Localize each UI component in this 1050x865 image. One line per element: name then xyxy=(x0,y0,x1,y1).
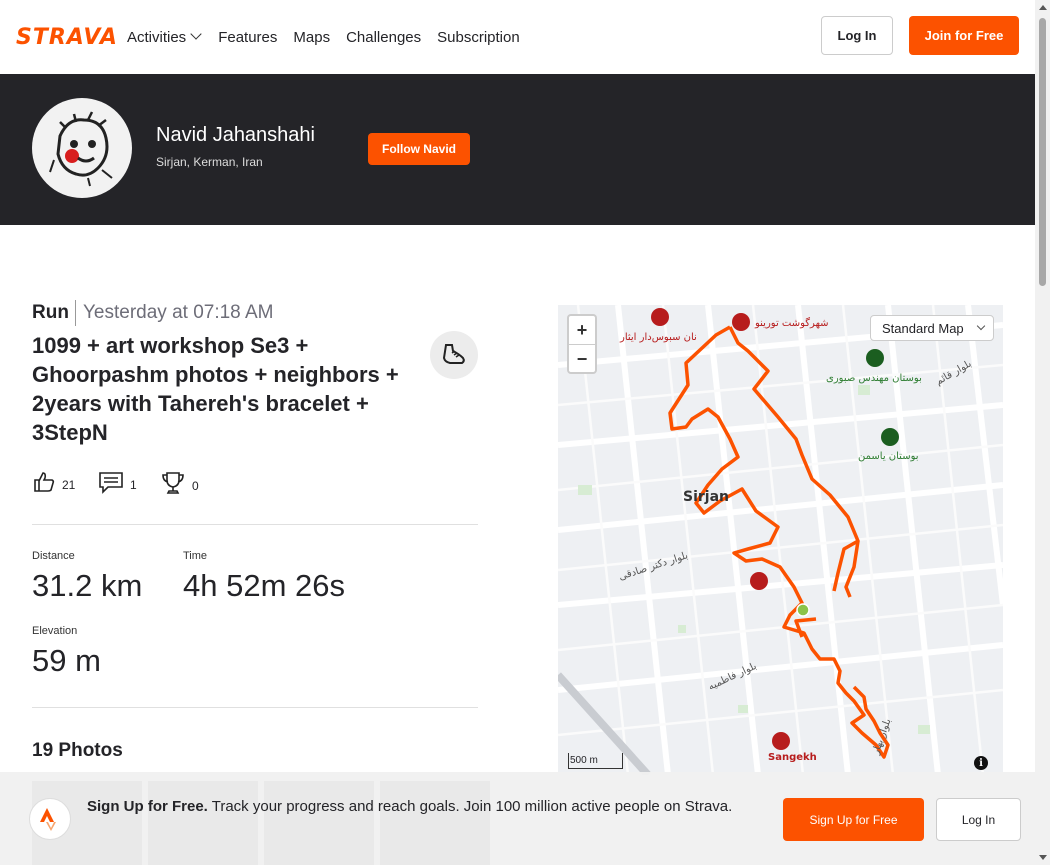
banner-text: Sign Up for Free. Track your progress an… xyxy=(87,796,757,818)
shoe-icon[interactable] xyxy=(430,331,478,379)
strava-app-icon xyxy=(29,798,71,840)
top-nav: STRAVA Activities Features Maps Challeng… xyxy=(0,0,1035,74)
trophy-icon xyxy=(160,470,186,501)
scroll-down-arrow-icon[interactable] xyxy=(1039,855,1047,860)
elevation-value: 59 m xyxy=(32,643,101,678)
info-icon[interactable]: i xyxy=(974,756,988,770)
map-canvas: شهرگوشت تورینو نان سبوس‌دار ایثار Sangek… xyxy=(558,305,1003,775)
follow-button[interactable]: Follow Navid xyxy=(368,133,470,165)
time-value: 4h 52m 26s xyxy=(183,568,345,603)
place-label: نان سبوس‌دار ایثار xyxy=(619,332,697,343)
divider xyxy=(32,707,478,708)
chevron-down-icon xyxy=(976,321,985,331)
join-button[interactable]: Join for Free xyxy=(909,16,1019,55)
nav-links: Activities Features Maps Challenges Subs… xyxy=(127,28,536,46)
comment-count: 1 xyxy=(130,477,137,492)
nav-features[interactable]: Features xyxy=(218,29,277,46)
zoom-in-button[interactable]: + xyxy=(569,316,595,345)
start-marker xyxy=(796,603,810,617)
divider xyxy=(32,524,478,525)
signup-banner: Sign Up for Free. Track your progress an… xyxy=(0,772,1035,865)
athlete-header: Navid Jahanshahi Sirjan, Kerman, Iran Fo… xyxy=(0,74,1035,225)
zoom-control: + − xyxy=(567,314,597,374)
avatar[interactable] xyxy=(32,98,132,198)
place-label: شهرگوشت تورینو xyxy=(754,317,829,329)
athlete-location: Sirjan, Kerman, Iran xyxy=(156,155,263,169)
place-label: بوستان مهندس صبوری xyxy=(826,373,922,384)
map-style-label: Standard Map xyxy=(882,320,964,336)
map-style-select[interactable]: Standard Map xyxy=(870,315,994,341)
kudos[interactable]: 21 xyxy=(32,470,75,499)
distance-label: Distance xyxy=(32,550,75,562)
scrollbar[interactable] xyxy=(1035,0,1050,865)
achievements[interactable]: 0 xyxy=(160,470,199,501)
banner-body: Track your progress and reach goals. Joi… xyxy=(207,798,733,815)
place-label: Sangekh xyxy=(768,752,817,763)
athlete-name[interactable]: Navid Jahanshahi xyxy=(156,124,315,147)
city-label: Sirjan xyxy=(683,489,729,505)
login-button[interactable]: Log In xyxy=(821,16,893,55)
zoom-out-button[interactable]: − xyxy=(569,345,595,374)
activity-type: Run xyxy=(32,302,69,323)
nav-activities[interactable]: Activities xyxy=(127,29,186,46)
kudos-count: 21 xyxy=(62,477,76,492)
signup-button[interactable]: Sign Up for Free xyxy=(783,798,924,841)
chevron-down-icon[interactable] xyxy=(190,28,202,40)
time-label: Time xyxy=(183,550,208,562)
elevation-label: Elevation xyxy=(32,625,78,637)
nav-subscription[interactable]: Subscription xyxy=(437,29,520,46)
strava-logo[interactable]: STRAVA xyxy=(16,25,117,50)
activity-title: 1099 + art workshop Se3 + Ghoorpashm pho… xyxy=(32,333,399,445)
scale-label: 500 m xyxy=(570,755,598,766)
activity-page: STRAVA Activities Features Maps Challeng… xyxy=(0,0,1050,865)
banner-lead: Sign Up for Free. xyxy=(87,798,208,815)
scroll-thumb[interactable] xyxy=(1039,18,1046,286)
activity-time: Yesterday at 07:18 AM xyxy=(83,302,274,323)
thumbs-up-icon xyxy=(32,470,56,499)
photos-title: 19 Photos xyxy=(32,740,123,761)
achievement-count: 0 xyxy=(192,478,199,493)
nav-challenges[interactable]: Challenges xyxy=(346,29,421,46)
distance-value: 31.2 km xyxy=(32,568,143,603)
divider xyxy=(75,300,76,326)
nav-maps[interactable]: Maps xyxy=(293,29,330,46)
banner-login-button[interactable]: Log In xyxy=(936,798,1021,841)
comments[interactable]: 1 xyxy=(98,470,137,499)
scroll-up-arrow-icon[interactable] xyxy=(1039,5,1047,10)
place-label: بوستان یاسمن xyxy=(858,451,919,462)
comment-icon xyxy=(98,470,124,499)
route-map[interactable]: شهرگوشت تورینو نان سبوس‌دار ایثار Sangek… xyxy=(558,305,1003,775)
